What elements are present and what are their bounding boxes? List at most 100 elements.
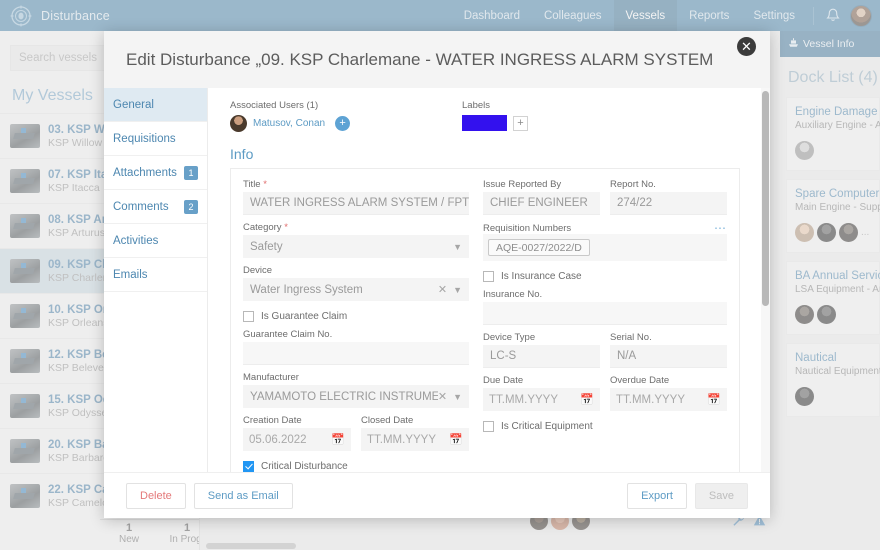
overdue-date-label: Overdue Date — [610, 375, 670, 386]
chevron-down-icon: ▼ — [453, 391, 462, 402]
tab-general[interactable]: General — [104, 88, 207, 122]
closed-date-value: TT.MM.YYYY — [367, 433, 437, 446]
associated-user-name[interactable]: Matusov, Conan — [253, 118, 325, 129]
calendar-icon[interactable]: 📅 — [707, 393, 721, 406]
labels-section: Labels + — [462, 100, 528, 132]
calendar-icon[interactable]: 📅 — [580, 393, 594, 406]
tab-activities[interactable]: Activities — [104, 224, 207, 258]
serial-no-input[interactable]: N/A — [610, 345, 727, 368]
overdue-date-input[interactable]: TT.MM.YYYY 📅 — [610, 388, 727, 411]
issue-reported-by-input[interactable]: CHIEF ENGINEER — [483, 192, 600, 215]
close-icon[interactable]: ✕ — [737, 37, 756, 56]
critical-disturbance-checkbox-row[interactable]: Critical Disturbance — [243, 461, 469, 472]
device-type-label: Device Type — [483, 332, 536, 343]
report-no-input[interactable]: 274/22 — [610, 192, 727, 215]
tab-requisitions[interactable]: Requisitions — [104, 122, 207, 156]
device-type-group: Device Type LC-S — [483, 332, 600, 368]
overdue-date-group: Overdue Date TT.MM.YYYY 📅 — [610, 375, 727, 411]
dialog-body: General Requisitions Attachments 1 Comme… — [104, 88, 770, 472]
plus-square-icon[interactable]: + — [513, 115, 528, 131]
associated-users-section: Associated Users (1) Matusov, Conan + — [230, 100, 462, 132]
clear-icon[interactable]: ✕ — [438, 283, 447, 296]
calendar-icon[interactable]: 📅 — [331, 433, 345, 446]
category-label-text: Category — [243, 222, 282, 233]
serial-no-label: Serial No. — [610, 332, 652, 343]
export-button[interactable]: Export — [627, 482, 687, 509]
clear-icon[interactable]: ✕ — [438, 390, 447, 403]
device-serial-row: Device Type LC-S Serial No. N/A — [483, 332, 727, 368]
is-guarantee-claim-label: Is Guarantee Claim — [261, 311, 348, 322]
dialog-title: Edit Disturbance „09. KSP Charlemane - W… — [126, 49, 714, 69]
reported-report-row: Issue Reported By CHIEF ENGINEER Report … — [483, 179, 727, 215]
insurance-no-input[interactable] — [483, 302, 727, 325]
more-options-icon[interactable]: ⋯ — [714, 222, 727, 234]
insurance-case-checkbox-row[interactable]: Is Insurance Case — [483, 271, 727, 282]
category-select[interactable]: Safety ▼ — [243, 235, 469, 258]
info-right-column: Issue Reported By CHIEF ENGINEER Report … — [483, 179, 727, 472]
calendar-icon[interactable]: 📅 — [449, 433, 463, 446]
dialog-side-nav: General Requisitions Attachments 1 Comme… — [104, 88, 208, 472]
right-dates-row: Due Date TT.MM.YYYY 📅 Overdue Date TT.MM… — [483, 375, 727, 411]
device-type-input[interactable]: LC-S — [483, 345, 600, 368]
dialog-header: Edit Disturbance „09. KSP Charlemane - W… — [104, 31, 770, 88]
is-critical-equipment-label: Is Critical Equipment — [501, 421, 593, 432]
is-insurance-case-label: Is Insurance Case — [501, 271, 582, 282]
report-no-label: Report No. — [610, 179, 656, 190]
device-select[interactable]: Water Ingress System ✕ ▼ — [243, 278, 469, 301]
report-no-group: Report No. 274/22 — [610, 179, 727, 215]
send-as-email-button[interactable]: Send as Email — [193, 482, 293, 509]
requisition-chip[interactable]: AQE-0027/2022/D — [488, 239, 590, 256]
creation-date-label: Creation Date — [243, 415, 302, 426]
creation-date-group: Creation Date 05.06.2022 📅 — [243, 415, 351, 451]
requisition-numbers-label: Requisition Numbers — [483, 223, 572, 234]
tab-general-label: General — [113, 98, 154, 111]
critical-disturbance-checkbox[interactable] — [243, 461, 254, 472]
tab-requisitions-label: Requisitions — [113, 132, 176, 145]
tab-activities-label: Activities — [113, 234, 159, 247]
required-marker: * — [260, 179, 267, 190]
guarantee-claim-checkbox-row[interactable]: Is Guarantee Claim — [243, 311, 469, 322]
critical-equipment-checkbox-row[interactable]: Is Critical Equipment — [483, 421, 727, 432]
is-insurance-case-checkbox[interactable] — [483, 271, 494, 282]
guarantee-claim-no-input[interactable] — [243, 342, 469, 365]
overdue-date-value: TT.MM.YYYY — [616, 393, 686, 406]
title-label-text: Title — [243, 179, 261, 190]
labels-label: Labels — [462, 100, 490, 111]
due-date-input[interactable]: TT.MM.YYYY 📅 — [483, 388, 600, 411]
meta-row: Associated Users (1) Matusov, Conan + La… — [230, 100, 740, 132]
plus-circle-icon[interactable]: + — [335, 116, 351, 131]
device-field-label: Device — [243, 265, 273, 276]
is-guarantee-claim-checkbox[interactable] — [243, 311, 254, 322]
issue-reported-by-group: Issue Reported By CHIEF ENGINEER — [483, 179, 600, 215]
manufacturer-field-label: Manufacturer — [243, 372, 299, 383]
avatar — [230, 115, 247, 132]
required-marker: * — [281, 222, 288, 233]
category-field-label: Category * — [243, 222, 469, 233]
info-panel: Title * WATER INGRESS ALARM SYSTEM / FPT… — [230, 168, 740, 472]
dialog-scrollbar-thumb[interactable] — [762, 91, 769, 306]
label-chip[interactable] — [462, 115, 507, 131]
due-date-label: Due Date — [483, 375, 524, 386]
serial-no-group: Serial No. N/A — [610, 332, 727, 368]
is-critical-equipment-checkbox[interactable] — [483, 421, 494, 432]
delete-button[interactable]: Delete — [126, 482, 186, 509]
dialog-scroll-area: Associated Users (1) Matusov, Conan + La… — [208, 88, 770, 472]
associated-users-list: Matusov, Conan + — [230, 115, 462, 132]
closed-date-group: Closed Date TT.MM.YYYY 📅 — [361, 415, 469, 451]
left-dates-row: Creation Date 05.06.2022 📅 Closed Date T… — [243, 415, 469, 451]
closed-date-input[interactable]: TT.MM.YYYY 📅 — [361, 428, 469, 451]
save-button[interactable]: Save — [694, 482, 748, 509]
app-root: Disturbance Dashboard Colleagues Vessels… — [0, 0, 880, 550]
tab-emails[interactable]: Emails — [104, 258, 207, 292]
info-grid: Title * WATER INGRESS ALARM SYSTEM / FPT… — [243, 179, 727, 472]
tab-attachments[interactable]: Attachments 1 — [104, 156, 207, 190]
dialog-scrollbar[interactable] — [761, 88, 770, 472]
title-input[interactable]: WATER INGRESS ALARM SYSTEM / FPT LEV... — [243, 192, 469, 215]
due-date-value: TT.MM.YYYY — [489, 393, 559, 406]
requisition-header-row: Requisition Numbers ⋯ — [483, 222, 727, 234]
manufacturer-select[interactable]: YAMAMOTO ELECTRIC INSTRUMENT ... ✕ ▼ — [243, 385, 469, 408]
chevron-down-icon: ▼ — [453, 284, 462, 295]
creation-date-input[interactable]: 05.06.2022 📅 — [243, 428, 351, 451]
requisition-numbers-field[interactable]: AQE-0027/2022/D — [483, 234, 727, 261]
tab-comments[interactable]: Comments 2 — [104, 190, 207, 224]
